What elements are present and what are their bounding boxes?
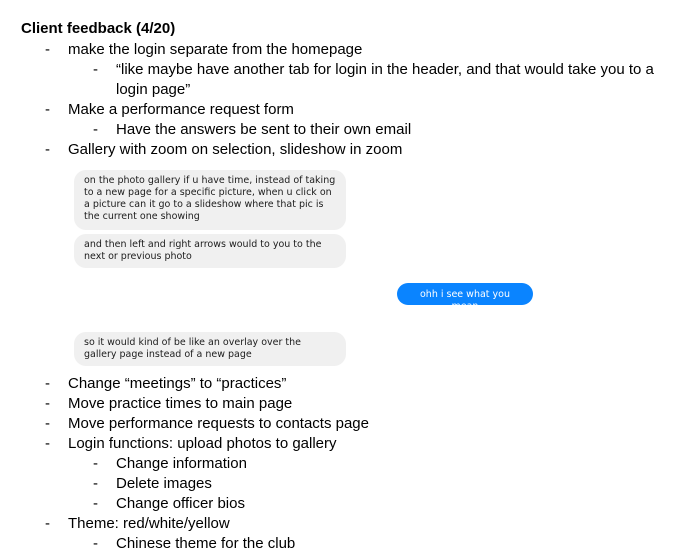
bullet-dash: -: [45, 375, 50, 392]
bullet-dash: -: [93, 475, 98, 492]
bullet-dash: -: [45, 101, 50, 118]
list-item-text: make the login separate from the homepag…: [68, 41, 363, 58]
list-item: - Login functions: upload photos to gall…: [45, 434, 337, 454]
list-item-text: Move performance requests to contacts pa…: [68, 415, 369, 432]
bullet-dash: -: [93, 495, 98, 512]
bullet-dash: -: [45, 141, 50, 158]
list-item: - Move practice times to main page: [45, 394, 293, 414]
list-item-text: Delete images: [116, 475, 212, 492]
bullet-dash: -: [93, 61, 98, 78]
list-item: - Make a performance request form: [45, 100, 294, 120]
bullet-dash: -: [45, 41, 50, 58]
list-item-text: Change information: [116, 455, 247, 472]
chat-bubble-incoming: so it would kind of be like an overlay o…: [74, 332, 346, 366]
list-item: - Have the answers be sent to their own …: [93, 120, 412, 140]
list-item-text: Theme: red/white/yellow: [68, 515, 230, 532]
list-item-text: Change “meetings” to “practices”: [68, 375, 287, 392]
list-item-text: Have the answers be sent to their own em…: [116, 121, 412, 138]
list-item-text: Change officer bios: [116, 495, 245, 512]
list-item: - Chinese theme for the club: [93, 534, 296, 554]
list-item: - Gallery with zoom on selection, slides…: [45, 140, 403, 160]
list-item: - “like maybe have another tab for login…: [93, 60, 656, 100]
list-item-text: Chinese theme for the club: [116, 535, 296, 552]
list-item-text: Gallery with zoom on selection, slidesho…: [68, 141, 403, 158]
list-item: - Change “meetings” to “practices”: [45, 374, 287, 394]
list-item-text: Login functions: upload photos to galler…: [68, 435, 337, 452]
list-item: - Delete images: [93, 474, 212, 494]
bullet-dash: -: [93, 535, 98, 552]
bullet-dash: -: [93, 121, 98, 138]
list-item: - Move performance requests to contacts …: [45, 414, 369, 434]
page-title: Client feedback (4/20): [21, 20, 176, 37]
list-item-text: Make a performance request form: [68, 101, 294, 118]
document-page: Client feedback (4/20) - make the login …: [0, 0, 687, 556]
bullet-dash: -: [45, 395, 50, 412]
list-item: - Change information: [93, 454, 247, 474]
list-item: - make the login separate from the homep…: [45, 40, 363, 60]
bullet-dash: -: [45, 515, 50, 532]
list-item: - Change officer bios: [93, 494, 245, 514]
list-item-text: “like maybe have another tab for login i…: [116, 61, 654, 98]
bullet-dash: -: [45, 415, 50, 432]
bullet-dash: -: [45, 435, 50, 452]
chat-bubble-outgoing: ohh i see what you mean: [397, 283, 533, 312]
list-item: - Theme: red/white/yellow: [45, 514, 230, 534]
chat-bubble-incoming: and then left and right arrows would to …: [74, 234, 346, 268]
list-item-text: Move practice times to main page: [68, 395, 293, 412]
chat-bubble-incoming: on the photo gallery if u have time, ins…: [74, 170, 346, 230]
bullet-dash: -: [93, 455, 98, 472]
